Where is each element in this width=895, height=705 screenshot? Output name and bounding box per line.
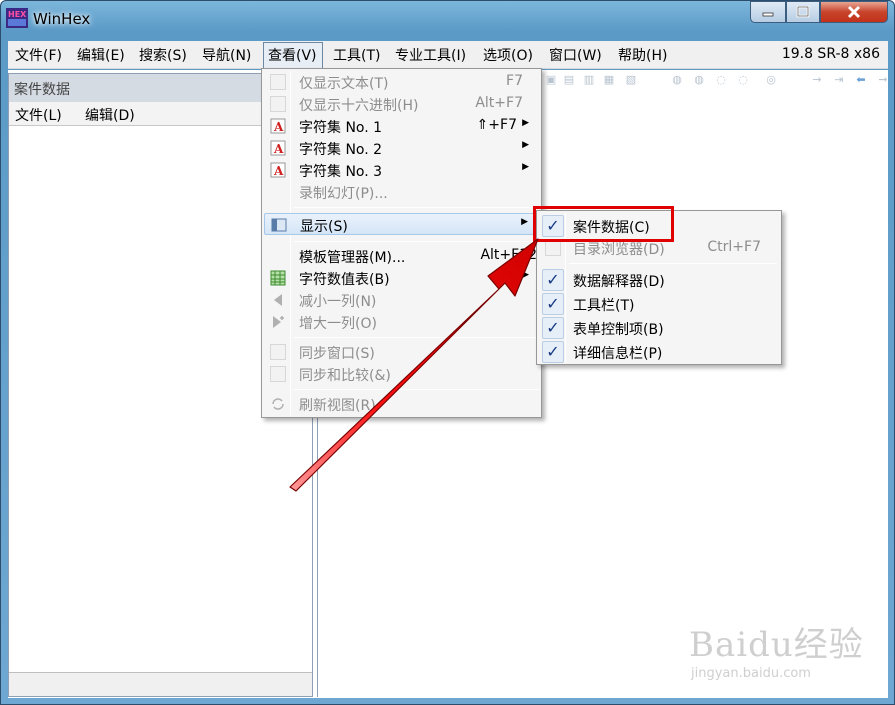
baidu-watermark: Baidu经验 jingyan.baidu.com	[689, 611, 889, 696]
winhex-window: HEX WinHex 文件(F) 编辑(E) 搜索(S) 导航(N) 查看(V)…	[0, 0, 895, 705]
watermark-url: jingyan.baidu.com	[691, 666, 811, 681]
red-arrow-annotation	[289, 238, 539, 492]
watermark-logo-text: Baidu经验	[689, 625, 864, 665]
